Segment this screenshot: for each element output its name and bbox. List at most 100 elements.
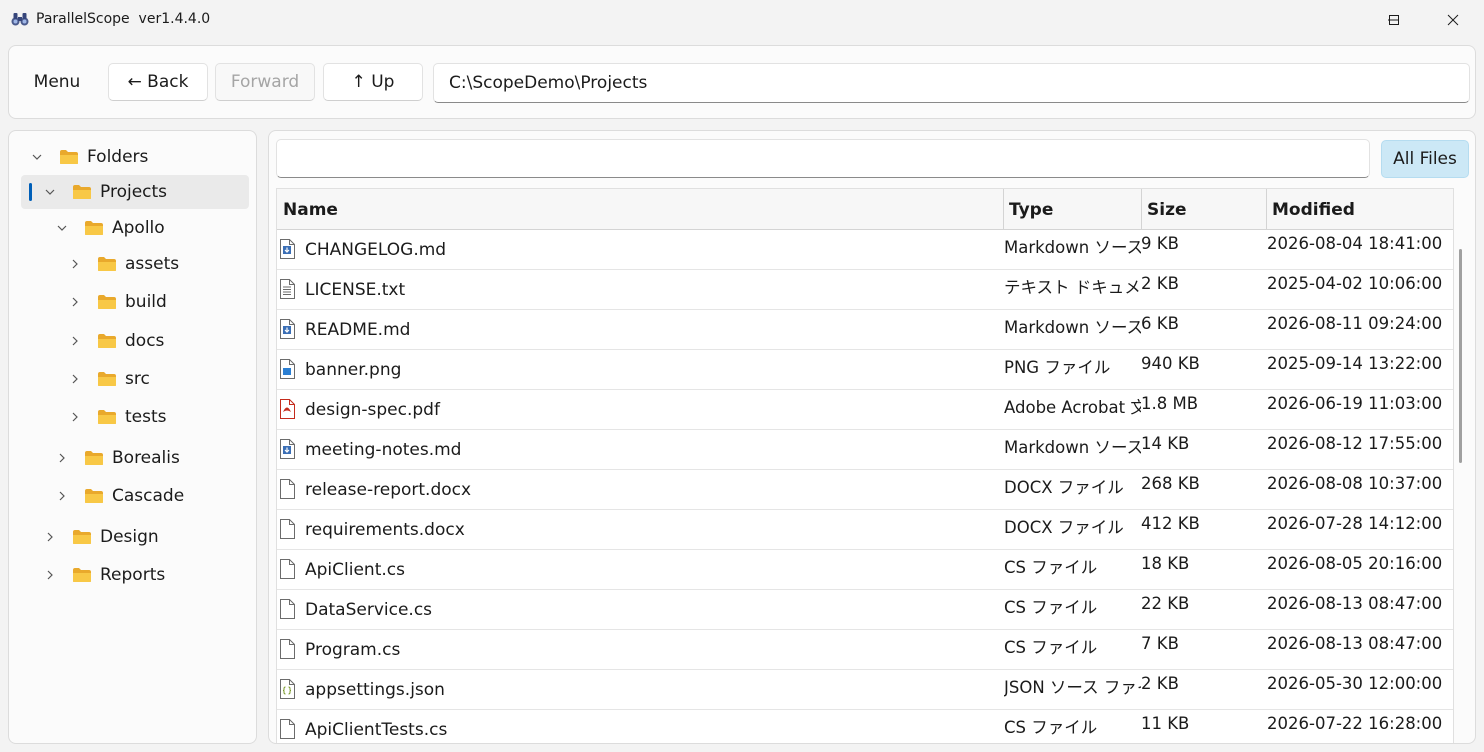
tree-item[interactable]: Design [21, 520, 249, 554]
folder-tree: Folders Projects Apollo assets build docs src t… [8, 130, 257, 744]
table-row[interactable]: LICENSE.txt テキスト ドキュメント2 KB 2025-04-02 10:… [277, 270, 1453, 310]
filter-input[interactable] [276, 139, 1370, 178]
tree-item[interactable]: Apollo [21, 211, 249, 245]
tree-item[interactable]: Projects [21, 175, 249, 209]
column-header-modified[interactable]: Modified [1266, 189, 1453, 230]
menu-button[interactable]: Menu [25, 63, 89, 101]
table-row[interactable]: banner.png PNG ファイル 940 KB 2025-09-14 13:22… [277, 350, 1453, 390]
table-row[interactable]: requirements.docx DOCX ファイル 412 KB 2026-07-… [277, 510, 1453, 550]
tree-item[interactable]: Cascade [21, 479, 249, 513]
tree-item[interactable]: docs [21, 324, 249, 358]
file-type: PNG ファイル [1004, 358, 1111, 377]
chevron-right-icon[interactable] [56, 490, 68, 502]
tree-item[interactable]: build [21, 285, 249, 319]
tree-item-label: src [125, 369, 150, 389]
file-type: JSON ソース ファイル [1004, 678, 1141, 697]
folder-icon [98, 372, 116, 386]
tree-item[interactable]: Folders [21, 140, 249, 174]
chevron-right-icon[interactable] [69, 411, 81, 423]
forward-button[interactable]: Forward [215, 63, 315, 101]
file-size: 2 KB [1141, 274, 1179, 293]
table-row[interactable]: meeting-notes.md Markdown ソース ファイル14 KB 20… [277, 430, 1453, 470]
file-size: 14 KB [1141, 434, 1190, 453]
back-button[interactable]: ← Back [108, 63, 208, 101]
blank-file-icon [280, 519, 295, 539]
column-header-type[interactable]: Type [1003, 189, 1141, 230]
chevron-down-icon[interactable] [56, 222, 68, 234]
close-button[interactable] [1430, 0, 1476, 40]
file-modified: 2025-04-02 10:06:00 [1267, 274, 1443, 293]
table-row[interactable]: Program.cs CS ファイル 7 KB 2026-08-13 08:47:00 [277, 630, 1453, 670]
blank-file-icon [280, 639, 295, 659]
folder-icon [73, 185, 91, 199]
file-size: 940 KB [1141, 354, 1200, 373]
up-button[interactable]: ↑ Up [323, 63, 423, 101]
file-size: 18 KB [1141, 554, 1190, 573]
chevron-right-icon[interactable] [44, 569, 56, 581]
chevron-right-icon[interactable] [69, 335, 81, 347]
column-header-name[interactable]: Name [277, 189, 1003, 230]
chevron-right-icon[interactable] [44, 531, 56, 543]
file-size: 22 KB [1141, 594, 1190, 613]
markdown-file-icon [280, 239, 295, 259]
file-type: CS ファイル [1004, 638, 1098, 657]
file-type: Markdown ソース ファイル [1004, 438, 1141, 457]
table-row[interactable]: CHANGELOG.md Markdown ソース ファイル9 KB 2026-08… [277, 230, 1453, 270]
file-type: DOCX ファイル [1004, 478, 1124, 497]
window-title: ParallelScope ver1.4.4.0 [36, 11, 211, 27]
file-name: ApiClientTests.cs [305, 720, 448, 740]
maximize-button[interactable] [1371, 0, 1417, 40]
selection-indicator [29, 183, 32, 201]
tree-item[interactable]: src [21, 362, 249, 396]
table-row[interactable]: design-spec.pdf Adobe Acrobat 文書1.8 MB 202… [277, 390, 1453, 430]
chevron-right-icon[interactable] [69, 373, 81, 385]
chevron-right-icon[interactable] [69, 258, 81, 270]
tree-item[interactable]: assets [21, 247, 249, 281]
file-size: 9 KB [1141, 234, 1179, 253]
file-name: design-spec.pdf [305, 400, 440, 420]
chevron-down-icon[interactable] [44, 186, 56, 198]
table-row[interactable]: DataService.cs CS ファイル 22 KB 2026-08-13 08:… [277, 590, 1453, 630]
maximize-icon [1389, 15, 1399, 25]
markdown-file-icon [280, 439, 295, 459]
table-row[interactable]: ApiClientTests.cs CS ファイル 11 KB 2026-07-22 … [277, 710, 1453, 743]
table-row[interactable]: README.md Markdown ソース ファイル6 KB 2026-08-11… [277, 310, 1453, 350]
blank-file-icon [280, 599, 295, 619]
file-modified: 2026-08-04 18:41:00 [1267, 234, 1443, 253]
tree-item-label: Reports [100, 565, 166, 585]
chevron-right-icon[interactable] [56, 452, 68, 464]
tree-item-label: build [125, 292, 167, 312]
column-header-size[interactable]: Size [1141, 189, 1266, 230]
tree-item[interactable]: Borealis [21, 441, 249, 475]
file-type: Markdown ソース ファイル [1004, 318, 1141, 337]
tree-item-label: tests [125, 407, 167, 427]
folder-icon [98, 257, 116, 271]
file-type: CS ファイル [1004, 718, 1098, 737]
file-modified: 2026-07-22 16:28:00 [1267, 714, 1443, 733]
chevron-down-icon[interactable] [31, 151, 43, 163]
all-files-button[interactable]: All Files [1381, 140, 1469, 178]
file-modified: 2026-08-08 10:37:00 [1267, 474, 1443, 493]
tree-item[interactable]: tests [21, 400, 249, 434]
image-file-icon [280, 359, 295, 379]
file-name: release-report.docx [305, 480, 472, 500]
tree-item-label: assets [125, 254, 180, 274]
path-input[interactable]: C:\ScopeDemo\Projects [433, 63, 1470, 103]
markdown-file-icon [280, 319, 295, 339]
file-name: Program.cs [305, 640, 401, 660]
file-type: DOCX ファイル [1004, 518, 1124, 537]
table-row[interactable]: ApiClient.cs CS ファイル 18 KB 2026-08-05 20:16… [277, 550, 1453, 590]
folder-icon [73, 530, 91, 544]
tree-item[interactable]: Reports [21, 558, 249, 592]
toolbar: Menu ← Back Forward ↑ Up C:\ScopeDemo\Pr… [8, 45, 1476, 119]
table-row[interactable]: release-report.docx DOCX ファイル 268 KB 2026-0… [277, 470, 1453, 510]
file-name: ApiClient.cs [305, 560, 405, 580]
folder-icon [98, 410, 116, 424]
file-name: DataService.cs [305, 600, 433, 620]
table-row[interactable]: appsettings.json JSON ソース ファイル2 KB 2026-05… [277, 670, 1453, 710]
file-modified: 2025-09-14 13:22:00 [1267, 354, 1443, 373]
file-modified: 2026-08-12 17:55:00 [1267, 434, 1443, 453]
file-size: 7 KB [1141, 634, 1179, 653]
vertical-scrollbar[interactable] [1459, 249, 1462, 463]
chevron-right-icon[interactable] [69, 296, 81, 308]
